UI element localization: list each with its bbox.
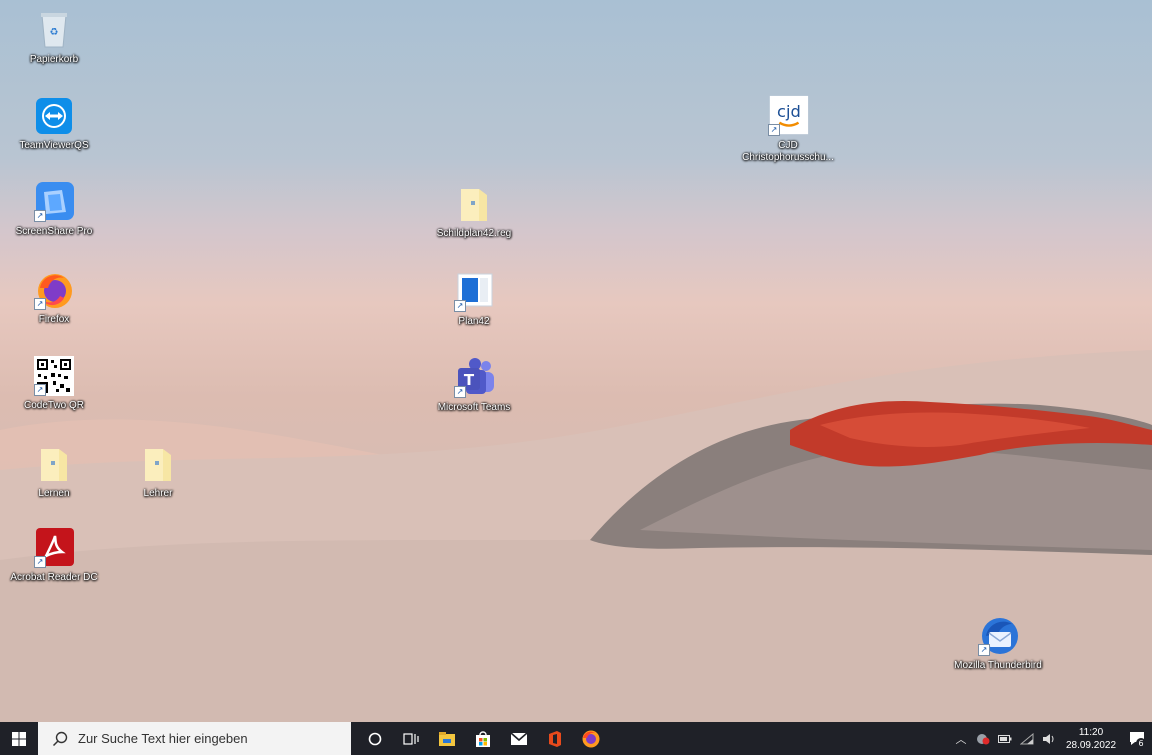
cjd-logo-icon: cjd ↗ — [766, 95, 810, 136]
folder-icon — [32, 444, 76, 484]
taskbar: Zur Suche Text hier eingeben ︿ 11:20 28.… — [0, 722, 1152, 755]
file-explorer-button[interactable] — [429, 722, 465, 755]
firefox-taskbar-button[interactable] — [573, 722, 609, 755]
svg-text:cjd: cjd — [777, 102, 801, 121]
teamviewer-icon — [32, 96, 76, 136]
task-view-button[interactable] — [393, 722, 429, 755]
folder-icon — [136, 444, 180, 484]
office-icon — [549, 730, 561, 747]
shortcut-arrow-icon: ↗ — [454, 386, 466, 398]
office-button[interactable] — [537, 722, 573, 755]
desktop-icon-lernen[interactable]: Lernen — [6, 444, 102, 500]
cortana-icon — [368, 732, 382, 745]
desktop-icon-cjd[interactable]: cjd ↗ CJD Christophorusschu... — [740, 95, 836, 164]
desktop-icon-mozilla-thunderbird[interactable]: ↗ Mozilla Thunderbird — [950, 616, 1046, 672]
clock-time: 11:20 — [1078, 726, 1104, 738]
clock-date: 28.09.2022 — [1065, 739, 1117, 751]
desktop-icon-screenshare-pro[interactable]: ↗ ScreenShare Pro — [6, 182, 102, 238]
shortcut-arrow-icon: ↗ — [34, 210, 46, 222]
taskbar-search-box[interactable]: Zur Suche Text hier eingeben — [38, 722, 351, 755]
shortcut-arrow-icon: ↗ — [34, 298, 46, 310]
reg-file-icon — [452, 184, 496, 224]
firefox-icon — [582, 730, 600, 747]
desktop-icon-schildplan42-reg[interactable]: Schildplan42.reg — [426, 184, 522, 240]
desktop-icon-firefox[interactable]: ↗ Firefox — [6, 270, 102, 326]
acrobat-icon: ↗ — [32, 528, 76, 568]
volume-button[interactable] — [1038, 733, 1060, 745]
desktop-icon-plan42[interactable]: ↗ Plan42 — [426, 272, 522, 328]
screenshare-icon: ↗ — [32, 182, 76, 222]
task-view-icon — [403, 732, 419, 745]
desktop-icon-recycle-bin[interactable]: ♻ Papierkorb — [6, 10, 102, 66]
plan42-icon: ↗ — [452, 272, 496, 312]
teams-icon: T ↗ — [452, 358, 496, 398]
microsoft-store-button[interactable] — [465, 722, 501, 755]
taskbar-clock[interactable]: 11:20 28.09.2022 — [1060, 726, 1122, 752]
shortcut-arrow-icon: ↗ — [34, 384, 46, 396]
cortana-button[interactable] — [357, 722, 393, 755]
desktop-icon-lehrer[interactable]: Lehrer — [110, 444, 206, 500]
desktop-icon-teamviewerqs[interactable]: TeamViewerQS — [6, 96, 102, 152]
desktop-icon-codetwo-qr[interactable]: ↗ CodeTwo QR — [6, 356, 102, 412]
shortcut-arrow-icon: ↗ — [978, 644, 990, 656]
speaker-icon — [1043, 733, 1054, 744]
mail-button[interactable] — [501, 722, 537, 755]
battery-button[interactable] — [994, 734, 1016, 743]
show-hidden-icons-button[interactable]: ︿ — [950, 731, 972, 747]
file-explorer-icon — [439, 731, 455, 746]
store-icon — [476, 730, 490, 747]
recycle-bin-icon: ♻ — [32, 10, 76, 50]
thunderbird-icon: ↗ — [976, 616, 1020, 656]
windows-logo-icon — [12, 731, 26, 746]
mail-icon — [510, 731, 528, 745]
shortcut-arrow-icon: ↗ — [454, 300, 466, 312]
wallpaper — [0, 350, 1152, 722]
desktop-icon-acrobat-reader[interactable]: ↗ Acrobat Reader DC — [6, 528, 102, 584]
system-tray: ︿ 11:20 28.09.2022 6 — [950, 722, 1152, 755]
shortcut-arrow-icon: ↗ — [34, 556, 46, 568]
qr-code-icon: ↗ — [32, 356, 76, 396]
shortcut-arrow-icon: ↗ — [768, 124, 780, 136]
svg-text:6: 6 — [1138, 739, 1143, 748]
search-icon — [52, 731, 68, 746]
start-button[interactable] — [0, 722, 38, 755]
search-placeholder: Zur Suche Text hier eingeben — [78, 731, 248, 746]
network-button[interactable] — [1016, 732, 1038, 745]
action-center-button[interactable]: 6 — [1122, 730, 1152, 748]
battery-icon — [998, 734, 1012, 743]
desktop-icon-microsoft-teams[interactable]: T ↗ Microsoft Teams — [426, 358, 522, 414]
desktop: ♻ Papierkorb TeamViewerQS ↗ ScreenShare … — [0, 0, 1152, 722]
wifi-icon — [1020, 732, 1034, 744]
chevron-up-icon: ︿ — [955, 733, 967, 746]
antivirus-tray-button[interactable] — [972, 733, 994, 745]
svg-text:♻: ♻ — [50, 27, 59, 38]
security-alert-icon — [977, 733, 990, 744]
firefox-icon: ↗ — [32, 270, 76, 310]
notification-icon: 6 — [1130, 731, 1146, 748]
